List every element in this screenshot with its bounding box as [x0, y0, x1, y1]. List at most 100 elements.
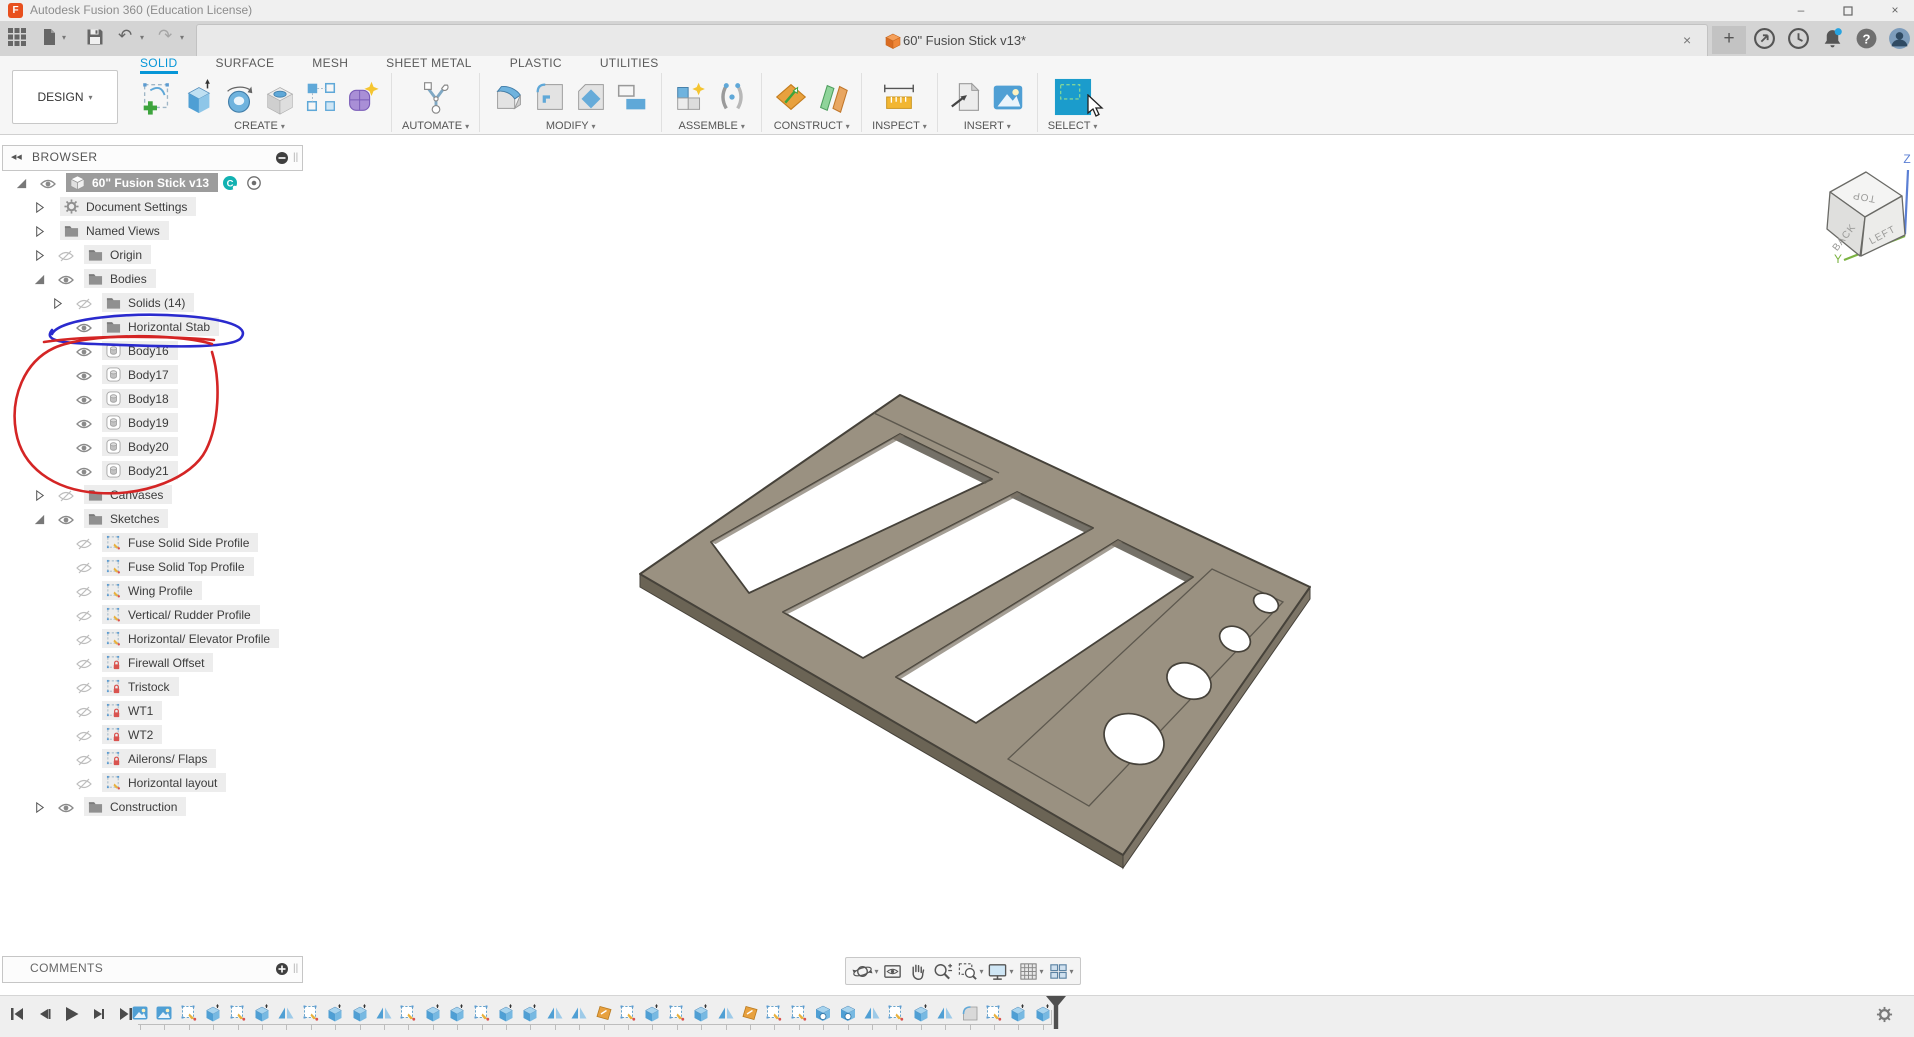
ribbon-group-label[interactable]: CREATE ▾	[234, 120, 285, 132]
eye-visible-icon[interactable]	[76, 322, 92, 334]
ribbon-tab-surface[interactable]: SURFACE	[216, 56, 275, 71]
maximize-button[interactable]	[1833, 2, 1863, 19]
eye-visible-icon[interactable]	[58, 274, 74, 286]
timeline-feature-mirror[interactable]	[863, 1004, 881, 1022]
skip-start-button[interactable]	[8, 1005, 32, 1023]
timeline-feature-extrude[interactable]	[204, 1004, 222, 1022]
expand-collapsed-icon[interactable]	[33, 801, 46, 814]
expand-collapsed-icon[interactable]	[33, 201, 46, 214]
browser-item-body21[interactable]: Body21	[0, 459, 310, 483]
eye-visible-icon[interactable]	[76, 466, 92, 478]
file-menu-caret-icon[interactable]: ▾	[62, 33, 66, 42]
timeline-feature-canvas[interactable]	[155, 1004, 173, 1022]
nav-zoom[interactable]	[932, 961, 953, 982]
expand-expanded-icon[interactable]	[15, 177, 28, 190]
browser-item-horizontal-stab[interactable]: Horizontal Stab	[0, 315, 310, 339]
ribbon-tab-utilities[interactable]: UTILITIES	[600, 56, 659, 71]
ribbon-group-label[interactable]: SELECT ▾	[1048, 120, 1098, 132]
help-icon[interactable]: ?	[1855, 27, 1878, 50]
chamfer-tool-tool-icon[interactable]	[572, 78, 610, 116]
expand-collapsed-icon[interactable]	[33, 225, 46, 238]
timeline-feature-extrude[interactable]	[351, 1004, 369, 1022]
timeline-feature-mirror[interactable]	[375, 1004, 393, 1022]
timeline-feature-sketch[interactable]	[790, 1004, 808, 1022]
browser-item-body20[interactable]: Body20	[0, 435, 310, 459]
comments-add-icon[interactable]	[275, 962, 289, 976]
nav-fit[interactable]: ▾	[957, 961, 983, 982]
component-color-badge[interactable]: C	[222, 175, 238, 191]
hole-tool-icon[interactable]	[261, 78, 299, 116]
timeline-feature-fillet[interactable]	[961, 1004, 979, 1022]
eye-visible-icon[interactable]	[58, 514, 74, 526]
nav-look-at[interactable]	[882, 961, 903, 982]
construction-plane-tool-icon[interactable]	[772, 78, 810, 116]
activate-component-radio[interactable]	[246, 175, 262, 191]
timeline-feature-hole[interactable]	[814, 1004, 832, 1022]
new-component-tool-icon[interactable]	[672, 78, 710, 116]
undo-caret-icon[interactable]: ▾	[140, 33, 144, 42]
document-tab[interactable]: 60" Fusion Stick v13* ×	[196, 24, 1708, 57]
browser-item-60-fusion-stick-v13[interactable]: 60" Fusion Stick v13C	[0, 171, 310, 195]
notifications-icon[interactable]	[1821, 27, 1844, 50]
browser-item-document-settings[interactable]: Document Settings	[0, 195, 310, 219]
eye-hidden-icon[interactable]	[76, 706, 92, 718]
browser-item-horizontal-elevator-profile[interactable]: Horizontal/ Elevator Profile	[0, 627, 310, 651]
eye-visible-icon[interactable]	[58, 802, 74, 814]
display-settings-caret-icon[interactable]: ▾	[1009, 967, 1013, 976]
document-tab-close-icon[interactable]: ×	[1683, 32, 1691, 48]
timeline-feature-plane[interactable]	[741, 1004, 759, 1022]
create-sketch-tool-icon[interactable]	[138, 78, 176, 116]
timeline-feature-mirror[interactable]	[277, 1004, 295, 1022]
recent-icon[interactable]	[1787, 27, 1810, 50]
select-tool-icon[interactable]	[1054, 78, 1092, 116]
browser-item-ailerons-flaps[interactable]: Ailerons/ Flaps	[0, 747, 310, 771]
browser-item-wt2[interactable]: WT2	[0, 723, 310, 747]
timeline-feature-mirror[interactable]	[717, 1004, 735, 1022]
browser-item-tristock[interactable]: Tristock	[0, 675, 310, 699]
extensions-icon[interactable]	[1753, 27, 1776, 50]
eye-visible-icon[interactable]	[76, 442, 92, 454]
nav-orbit[interactable]: ▾	[852, 961, 878, 982]
view-cube[interactable]: TOP BACK LEFT Z Y	[1808, 146, 1914, 264]
browser-item-body17[interactable]: Body17	[0, 363, 310, 387]
form-tool-icon[interactable]	[343, 78, 381, 116]
viewports-caret-icon[interactable]: ▾	[1070, 967, 1074, 976]
offset-face-tool-icon[interactable]	[613, 78, 651, 116]
offset-plane-tool-icon[interactable]	[813, 78, 851, 116]
expand-collapsed-icon[interactable]	[51, 297, 64, 310]
play-button[interactable]	[62, 1005, 86, 1023]
file-menu-icon[interactable]	[40, 28, 58, 46]
timeline-feature-extrude[interactable]	[692, 1004, 710, 1022]
browser-item-body18[interactable]: Body18	[0, 387, 310, 411]
browser-item-origin[interactable]: Origin	[0, 243, 310, 267]
nav-pan[interactable]	[907, 961, 928, 982]
browser-item-sketches[interactable]: Sketches	[0, 507, 310, 531]
ribbon-group-label[interactable]: AUTOMATE ▾	[402, 120, 469, 132]
ribbon-tab-solid[interactable]: SOLID	[140, 56, 178, 74]
eye-hidden-icon[interactable]	[76, 634, 92, 646]
data-panel-icon[interactable]	[8, 28, 26, 46]
browser-minimize-icon[interactable]	[275, 151, 289, 165]
eye-hidden-icon[interactable]	[76, 610, 92, 622]
eye-hidden-icon[interactable]	[76, 298, 92, 310]
timeline-feature-extrude[interactable]	[912, 1004, 930, 1022]
expand-collapsed-icon[interactable]	[33, 489, 46, 502]
eye-hidden-icon[interactable]	[58, 250, 74, 262]
eye-visible-icon[interactable]	[76, 418, 92, 430]
timeline-feature-mirror[interactable]	[570, 1004, 588, 1022]
browser-item-named-views[interactable]: Named Views	[0, 219, 310, 243]
redo-caret-icon[interactable]: ▾	[180, 33, 184, 42]
eye-hidden-icon[interactable]	[76, 730, 92, 742]
pattern-tool-icon[interactable]	[302, 78, 340, 116]
expand-expanded-icon[interactable]	[33, 513, 46, 526]
browser-item-vertical-rudder-profile[interactable]: Vertical/ Rudder Profile	[0, 603, 310, 627]
browser-item-body16[interactable]: Body16	[0, 339, 310, 363]
insert-canvas-tool-icon[interactable]	[989, 78, 1027, 116]
eye-visible-icon[interactable]	[76, 394, 92, 406]
eye-hidden-icon[interactable]	[58, 490, 74, 502]
browser-item-solids-14[interactable]: Solids (14)	[0, 291, 310, 315]
timeline-feature-extrude[interactable]	[326, 1004, 344, 1022]
eye-visible-icon[interactable]	[76, 370, 92, 382]
step-back-button[interactable]	[35, 1005, 59, 1023]
timeline-feature-sketch[interactable]	[619, 1004, 637, 1022]
